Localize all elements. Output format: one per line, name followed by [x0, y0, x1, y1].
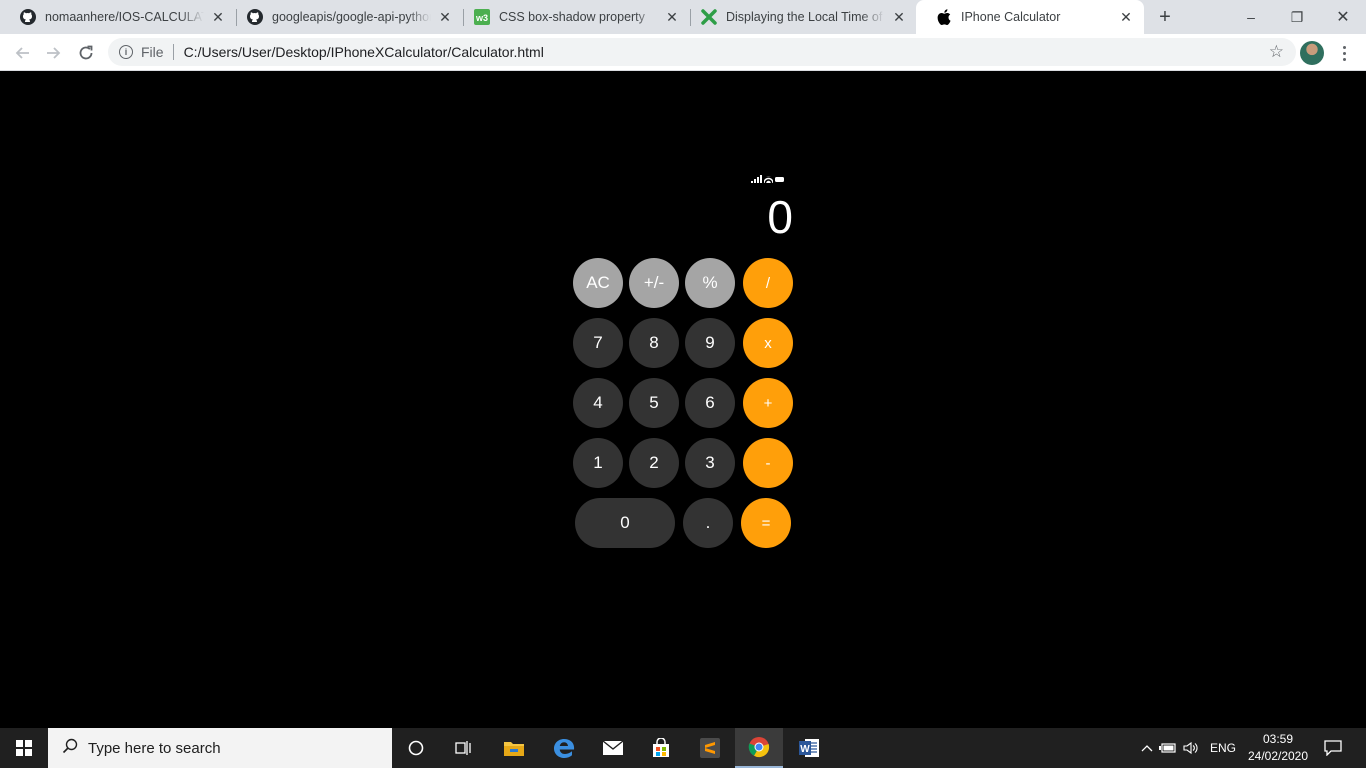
calculator-display: 0 [767, 191, 793, 243]
close-icon[interactable]: ✕ [437, 9, 453, 25]
tab-iphone-calculator[interactable]: IPhone Calculator ✕ [916, 0, 1144, 34]
tab-strip: nomaanhere/IOS-CALCULATOR ✕ googleapis/g… [0, 0, 1366, 34]
apple-icon [936, 9, 952, 25]
chrome-icon[interactable] [735, 728, 783, 768]
back-button[interactable] [8, 39, 36, 67]
windows-logo-icon [16, 740, 32, 756]
edge-browser-icon[interactable] [540, 728, 588, 768]
key-3[interactable]: 3 [685, 438, 735, 488]
tab-css-box-shadow[interactable]: w3 CSS box-shadow property ✕ [454, 0, 690, 34]
tab-local-time[interactable]: Displaying the Local Time of Any City ✕ [681, 0, 917, 34]
close-icon[interactable]: ✕ [891, 9, 907, 25]
page-scheme: File [141, 44, 164, 60]
key-subtract[interactable]: - [743, 438, 793, 488]
mail-icon[interactable] [589, 728, 637, 768]
tab-title: nomaanhere/IOS-CALCULATOR [45, 10, 204, 24]
tab-title: IPhone Calculator [961, 10, 1061, 24]
url-text[interactable]: C:/Users/User/Desktop/IPhoneXCalculator/… [184, 44, 544, 60]
key-equals[interactable]: = [741, 498, 791, 548]
clock-time: 03:59 [1262, 732, 1294, 746]
info-icon[interactable]: i [119, 45, 133, 59]
key-sign[interactable]: +/- [629, 258, 679, 308]
key-decimal[interactable]: . [683, 498, 733, 548]
w3schools-icon: w3 [474, 9, 490, 25]
start-button[interactable] [0, 728, 48, 768]
key-7[interactable]: 7 [573, 318, 623, 368]
svg-text:W: W [800, 744, 810, 755]
volume-icon[interactable] [1180, 741, 1202, 755]
key-8[interactable]: 8 [629, 318, 679, 368]
kebab-menu-icon[interactable] [1334, 39, 1354, 67]
github-icon [247, 9, 263, 25]
address-bar[interactable]: i File C:/Users/User/Desktop/IPhoneXCalc… [108, 38, 1296, 66]
github-icon [20, 9, 36, 25]
language-indicator[interactable]: ENG [1210, 741, 1236, 755]
key-add[interactable]: + [743, 378, 793, 428]
tab-title: Displaying the Local Time of Any City [726, 10, 885, 24]
tab-title: CSS box-shadow property [499, 10, 645, 24]
close-icon[interactable]: ✕ [664, 9, 680, 25]
battery-icon[interactable] [1156, 742, 1180, 754]
key-percent[interactable]: % [685, 258, 735, 308]
clock-date: 24/02/2020 [1247, 749, 1309, 763]
key-clear[interactable]: AC [573, 258, 623, 308]
xpertdev-icon [701, 9, 717, 25]
notifications-icon[interactable] [1310, 728, 1356, 768]
close-icon[interactable]: ✕ [210, 9, 226, 25]
new-tab-button[interactable]: + [1153, 5, 1177, 29]
system-tray: ENG [1138, 728, 1236, 768]
chevron-up-icon[interactable] [1138, 744, 1156, 752]
key-5[interactable]: 5 [629, 378, 679, 428]
reload-button[interactable] [72, 39, 100, 67]
key-2[interactable]: 2 [629, 438, 679, 488]
tab-google-api-python[interactable]: googleapis/google-api-python-client ✕ [227, 0, 463, 34]
star-icon[interactable]: ☆ [1269, 42, 1284, 62]
profile-avatar[interactable] [1300, 41, 1324, 65]
taskbar-clock[interactable]: 03:59 24/02/2020 [1244, 731, 1312, 765]
sublime-text-icon[interactable] [686, 728, 734, 768]
close-icon[interactable]: ✕ [1118, 9, 1134, 25]
windows-taskbar: Type here to search W ENG 03:59 24/02/20… [0, 728, 1366, 768]
battery-icon [775, 177, 784, 182]
task-view-icon[interactable] [440, 728, 488, 768]
calculator-page: 0 AC +/- % / 7 8 9 x 4 5 6 + 1 2 3 - 0 .… [0, 71, 1366, 728]
status-bar [751, 175, 784, 183]
browser-toolbar: i File C:/Users/User/Desktop/IPhoneXCalc… [0, 34, 1366, 71]
close-window-button[interactable]: ✕ [1320, 0, 1366, 34]
signal-icon [751, 175, 762, 183]
maximize-button[interactable]: ❐ [1274, 0, 1320, 34]
tab-title: googleapis/google-api-python-client [272, 10, 431, 24]
svg-text:w3: w3 [475, 13, 488, 23]
word-icon[interactable]: W [785, 728, 833, 768]
key-9[interactable]: 9 [685, 318, 735, 368]
search-icon [62, 738, 78, 759]
key-6[interactable]: 6 [685, 378, 735, 428]
tab-ios-calculator-repo[interactable]: nomaanhere/IOS-CALCULATOR ✕ [0, 0, 236, 34]
cortana-icon[interactable] [392, 728, 440, 768]
key-4[interactable]: 4 [573, 378, 623, 428]
search-placeholder: Type here to search [88, 739, 221, 757]
forward-button[interactable] [40, 39, 68, 67]
key-1[interactable]: 1 [573, 438, 623, 488]
store-icon[interactable] [637, 728, 685, 768]
key-0[interactable]: 0 [575, 498, 675, 548]
key-divide[interactable]: / [743, 258, 793, 308]
wifi-icon [764, 176, 773, 183]
key-multiply[interactable]: x [743, 318, 793, 368]
taskbar-search-box[interactable]: Type here to search [48, 728, 392, 768]
minimize-button[interactable]: – [1228, 0, 1274, 34]
file-explorer-icon[interactable] [490, 728, 538, 768]
